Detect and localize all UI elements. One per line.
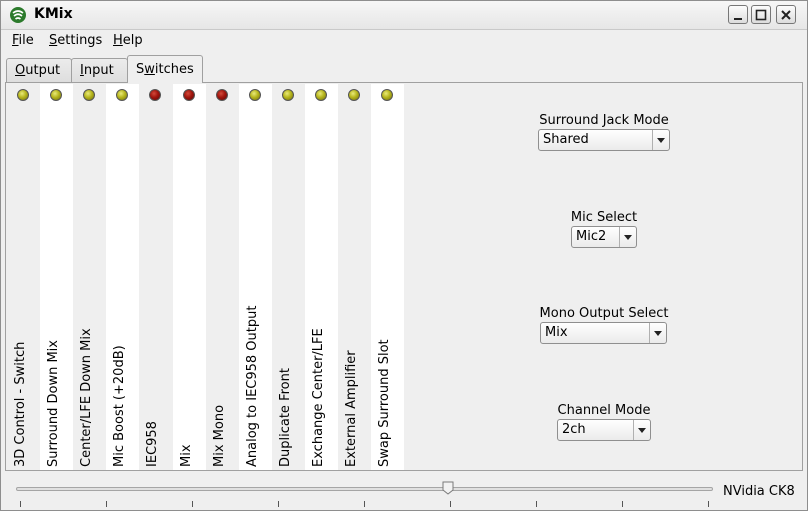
switch-label: Swap Surround Slot bbox=[377, 339, 393, 467]
close-icon bbox=[781, 10, 791, 20]
switch-label: IEC958 bbox=[145, 421, 161, 467]
menu-file[interactable]: File bbox=[12, 33, 34, 48]
slider-tick bbox=[450, 501, 451, 507]
led-yellow-icon[interactable] bbox=[381, 89, 394, 101]
led-red-icon[interactable] bbox=[215, 89, 228, 101]
slider-tick bbox=[622, 501, 623, 507]
master-volume-track[interactable] bbox=[16, 487, 713, 491]
switch-label: Mix Mono bbox=[211, 404, 227, 467]
enum-label-mic-select: Mic Select bbox=[570, 210, 638, 225]
maximize-button[interactable] bbox=[751, 5, 771, 24]
led-yellow-icon[interactable] bbox=[281, 89, 294, 101]
maximize-icon bbox=[755, 9, 767, 21]
surround-jack-mode-select[interactable]: Shared bbox=[538, 129, 670, 151]
minimize-button[interactable] bbox=[728, 5, 748, 24]
switch-column[interactable]: Mix bbox=[172, 84, 206, 470]
switch-column[interactable]: Analog to IEC958 Output bbox=[238, 84, 272, 470]
close-button[interactable] bbox=[776, 5, 796, 24]
switch-label: External Amplifier bbox=[344, 350, 359, 467]
switch-column[interactable]: Swap Surround Slot bbox=[371, 84, 405, 470]
switch-column[interactable]: External Amplifier bbox=[338, 84, 371, 470]
channel-mode-select[interactable]: 2ch bbox=[557, 419, 651, 441]
sound-card-name: NVidia CK8 bbox=[723, 484, 795, 499]
switch-column[interactable]: Mic Boost (+20dB) bbox=[106, 84, 140, 470]
led-red-icon[interactable] bbox=[149, 89, 162, 101]
slider-tick bbox=[192, 501, 193, 507]
led-yellow-icon[interactable] bbox=[50, 89, 63, 101]
enum-label-channel-mode: Channel Mode bbox=[557, 403, 651, 418]
switch-column[interactable]: Center/LFE Down Mix bbox=[73, 84, 107, 470]
led-yellow-icon[interactable] bbox=[348, 89, 360, 101]
switch-label: 3D Control - Switch bbox=[13, 341, 28, 467]
switch-column[interactable]: Surround Down Mix bbox=[40, 84, 74, 470]
slider-tick bbox=[106, 501, 107, 507]
switch-column[interactable]: Exchange Center/LFE bbox=[304, 84, 338, 470]
led-yellow-icon[interactable] bbox=[83, 89, 96, 101]
switch-column[interactable]: Mix Mono bbox=[205, 84, 239, 470]
minimize-icon bbox=[734, 18, 742, 20]
tab-input[interactable]: Input bbox=[71, 58, 128, 82]
led-yellow-icon[interactable] bbox=[314, 89, 327, 101]
led-yellow-icon[interactable] bbox=[116, 89, 129, 101]
select-value: 2ch bbox=[562, 422, 586, 437]
chevron-down-icon bbox=[657, 138, 665, 143]
slider-tick bbox=[20, 501, 21, 507]
slider-tick bbox=[708, 501, 709, 507]
switch-label: Analog to IEC958 Output bbox=[244, 305, 260, 467]
kmix-window: KMix File Settings Help Output Input Swi… bbox=[0, 0, 808, 511]
select-value: Shared bbox=[543, 132, 589, 147]
chevron-down-icon bbox=[654, 331, 662, 336]
menu-bar: File Settings Help bbox=[1, 30, 807, 52]
mono-output-select-select[interactable]: Mix bbox=[540, 322, 667, 344]
slider-tick bbox=[536, 501, 537, 507]
switch-label: Mix bbox=[178, 444, 194, 467]
menu-help[interactable]: Help bbox=[113, 33, 143, 48]
switch-column[interactable]: Duplicate Front bbox=[271, 84, 305, 470]
led-yellow-icon[interactable] bbox=[17, 89, 29, 101]
select-value: Mix bbox=[545, 325, 568, 340]
window-title: KMix bbox=[34, 6, 73, 22]
switch-column[interactable]: 3D Control - Switch bbox=[7, 84, 40, 470]
chevron-down-icon bbox=[624, 235, 632, 240]
mic-select-select[interactable]: Mic2 bbox=[571, 226, 637, 248]
switch-label: Mic Boost (+20dB) bbox=[112, 345, 128, 467]
select-value: Mic2 bbox=[576, 229, 607, 244]
switch-label: Exchange Center/LFE bbox=[310, 328, 326, 467]
enum-label-surround-jack-mode: Surround Jack Mode bbox=[539, 113, 669, 128]
led-yellow-icon[interactable] bbox=[248, 89, 261, 101]
tab-output[interactable]: Output bbox=[6, 58, 72, 82]
enum-label-mono-output-select: Mono Output Select bbox=[539, 306, 669, 321]
title-bar[interactable]: KMix bbox=[1, 1, 807, 30]
switch-label: Duplicate Front bbox=[277, 368, 293, 467]
led-red-icon[interactable] bbox=[182, 89, 195, 101]
menu-settings[interactable]: Settings bbox=[49, 33, 102, 48]
kmix-app-icon bbox=[10, 7, 26, 23]
tab-switches[interactable]: Switches bbox=[127, 55, 203, 83]
slider-tick bbox=[278, 501, 279, 507]
switch-label: Center/LFE Down Mix bbox=[79, 328, 95, 467]
chevron-down-icon bbox=[638, 428, 646, 433]
switch-label: Surround Down Mix bbox=[46, 340, 62, 467]
master-volume-handle[interactable] bbox=[442, 481, 454, 495]
switch-column[interactable]: IEC958 bbox=[139, 84, 173, 470]
slider-tick bbox=[364, 501, 365, 507]
